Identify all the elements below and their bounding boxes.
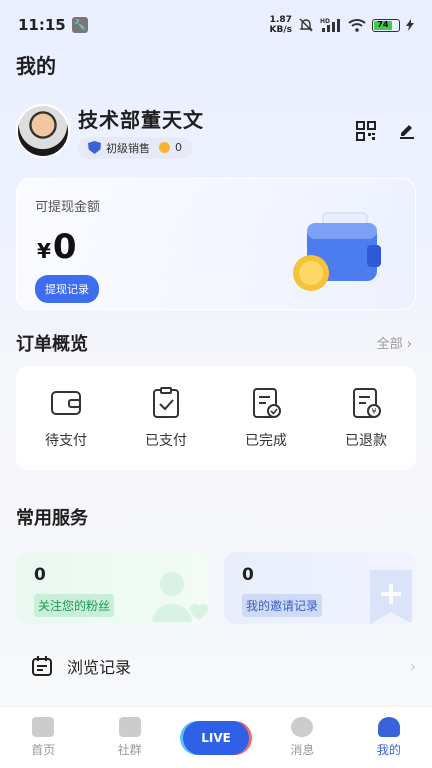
chevron-right-icon: › xyxy=(409,656,416,676)
order-item-label: 已支付 xyxy=(145,433,187,449)
svg-text:¥: ¥ xyxy=(371,407,376,416)
network-speed: 1.87 KB/s xyxy=(269,15,292,35)
fans-count: 0 xyxy=(34,565,46,585)
profile-header: 技术部董天文 初级销售 0 xyxy=(16,102,416,160)
orders-section-title: 订单概览 xyxy=(16,334,88,355)
status-indicators: 1.87 KB/s HD 74 xyxy=(270,15,414,35)
orders-all-link[interactable]: 全部 › xyxy=(377,333,412,352)
signal-icon: HD xyxy=(320,18,340,32)
tab-live[interactable]: LIVE xyxy=(173,707,259,768)
chevron-right-icon: › xyxy=(406,337,412,352)
edit-icon[interactable] xyxy=(398,121,416,139)
avatar[interactable] xyxy=(16,104,70,158)
browse-history-row[interactable]: 浏览记录 › xyxy=(16,648,416,684)
mute-icon xyxy=(299,18,313,32)
bottom-tab-bar: 首页 社群 LIVE 消息 我的 xyxy=(0,706,432,768)
withdrawable-label: 可提现金额 xyxy=(35,200,101,215)
calendar-icon xyxy=(32,656,52,676)
page-title: 我的 xyxy=(16,54,56,78)
tab-community[interactable]: 社群 xyxy=(86,707,172,768)
invites-count: 0 xyxy=(242,565,254,585)
services-section-title: 常用服务 xyxy=(16,508,88,529)
invites-card[interactable]: 0 我的邀请记录 xyxy=(224,552,416,624)
tab-profile[interactable]: 我的 xyxy=(346,707,432,768)
fans-card[interactable]: 0 关注您的粉丝 xyxy=(16,552,208,624)
coin-count: 0 xyxy=(175,141,182,154)
wallet-icon xyxy=(51,391,81,415)
community-icon xyxy=(118,717,141,737)
profile-info: 技术部董天文 初级销售 0 xyxy=(78,104,204,159)
withdrawable-amount: ¥0 xyxy=(37,227,77,267)
tab-messages[interactable]: 消息 xyxy=(259,707,345,768)
charging-icon xyxy=(406,19,414,31)
coin-icon xyxy=(159,142,170,153)
order-item-label: 已完成 xyxy=(245,433,287,449)
clipboard-check-icon xyxy=(153,387,179,418)
doc-complete-icon xyxy=(253,388,281,418)
wallet-card: 可提现金额 ¥0 提现记录 xyxy=(16,178,416,310)
order-pending-payment[interactable]: 待支付 xyxy=(16,366,116,470)
wallet-illustration-icon xyxy=(293,212,381,291)
withdraw-record-button[interactable]: 提现记录 xyxy=(35,275,99,303)
order-refunded[interactable]: ¥ 已退款 xyxy=(316,366,416,470)
add-invite-icon xyxy=(370,570,412,624)
browse-history-label: 浏览记录 xyxy=(67,658,132,677)
status-time: 11:15 xyxy=(18,16,66,34)
svg-text:HD: HD xyxy=(320,18,330,25)
qr-code-icon[interactable] xyxy=(356,121,376,141)
order-completed[interactable]: 已完成 xyxy=(216,366,316,470)
order-paid[interactable]: 已支付 xyxy=(116,366,216,470)
order-item-label: 已退款 xyxy=(345,433,387,449)
profile-icon xyxy=(377,717,400,737)
home-icon xyxy=(32,717,55,737)
wifi-icon xyxy=(348,19,366,32)
order-item-label: 待支付 xyxy=(45,433,87,449)
orders-card: 待支付 已支付 已完成 ¥ 已退款 xyxy=(16,366,416,470)
live-button[interactable]: LIVE xyxy=(183,720,250,755)
tab-home[interactable]: 首页 xyxy=(0,707,86,768)
fans-label: 关注您的粉丝 xyxy=(34,594,115,617)
profile-actions xyxy=(356,121,416,141)
doc-refund-icon: ¥ xyxy=(353,388,381,418)
profile-name: 技术部董天文 xyxy=(78,107,204,132)
user-follow-icon xyxy=(152,572,208,622)
level-badge[interactable]: 初级销售 0 xyxy=(78,136,192,159)
shield-icon xyxy=(88,141,101,154)
level-label: 初级销售 xyxy=(106,141,150,155)
message-icon xyxy=(291,717,314,737)
invites-label: 我的邀请记录 xyxy=(242,594,323,617)
status-bar: 11:15 🔧 1.87 KB/s HD 74 xyxy=(0,0,432,50)
wrench-icon: 🔧 xyxy=(71,17,88,33)
battery-icon: 74 xyxy=(372,18,400,32)
